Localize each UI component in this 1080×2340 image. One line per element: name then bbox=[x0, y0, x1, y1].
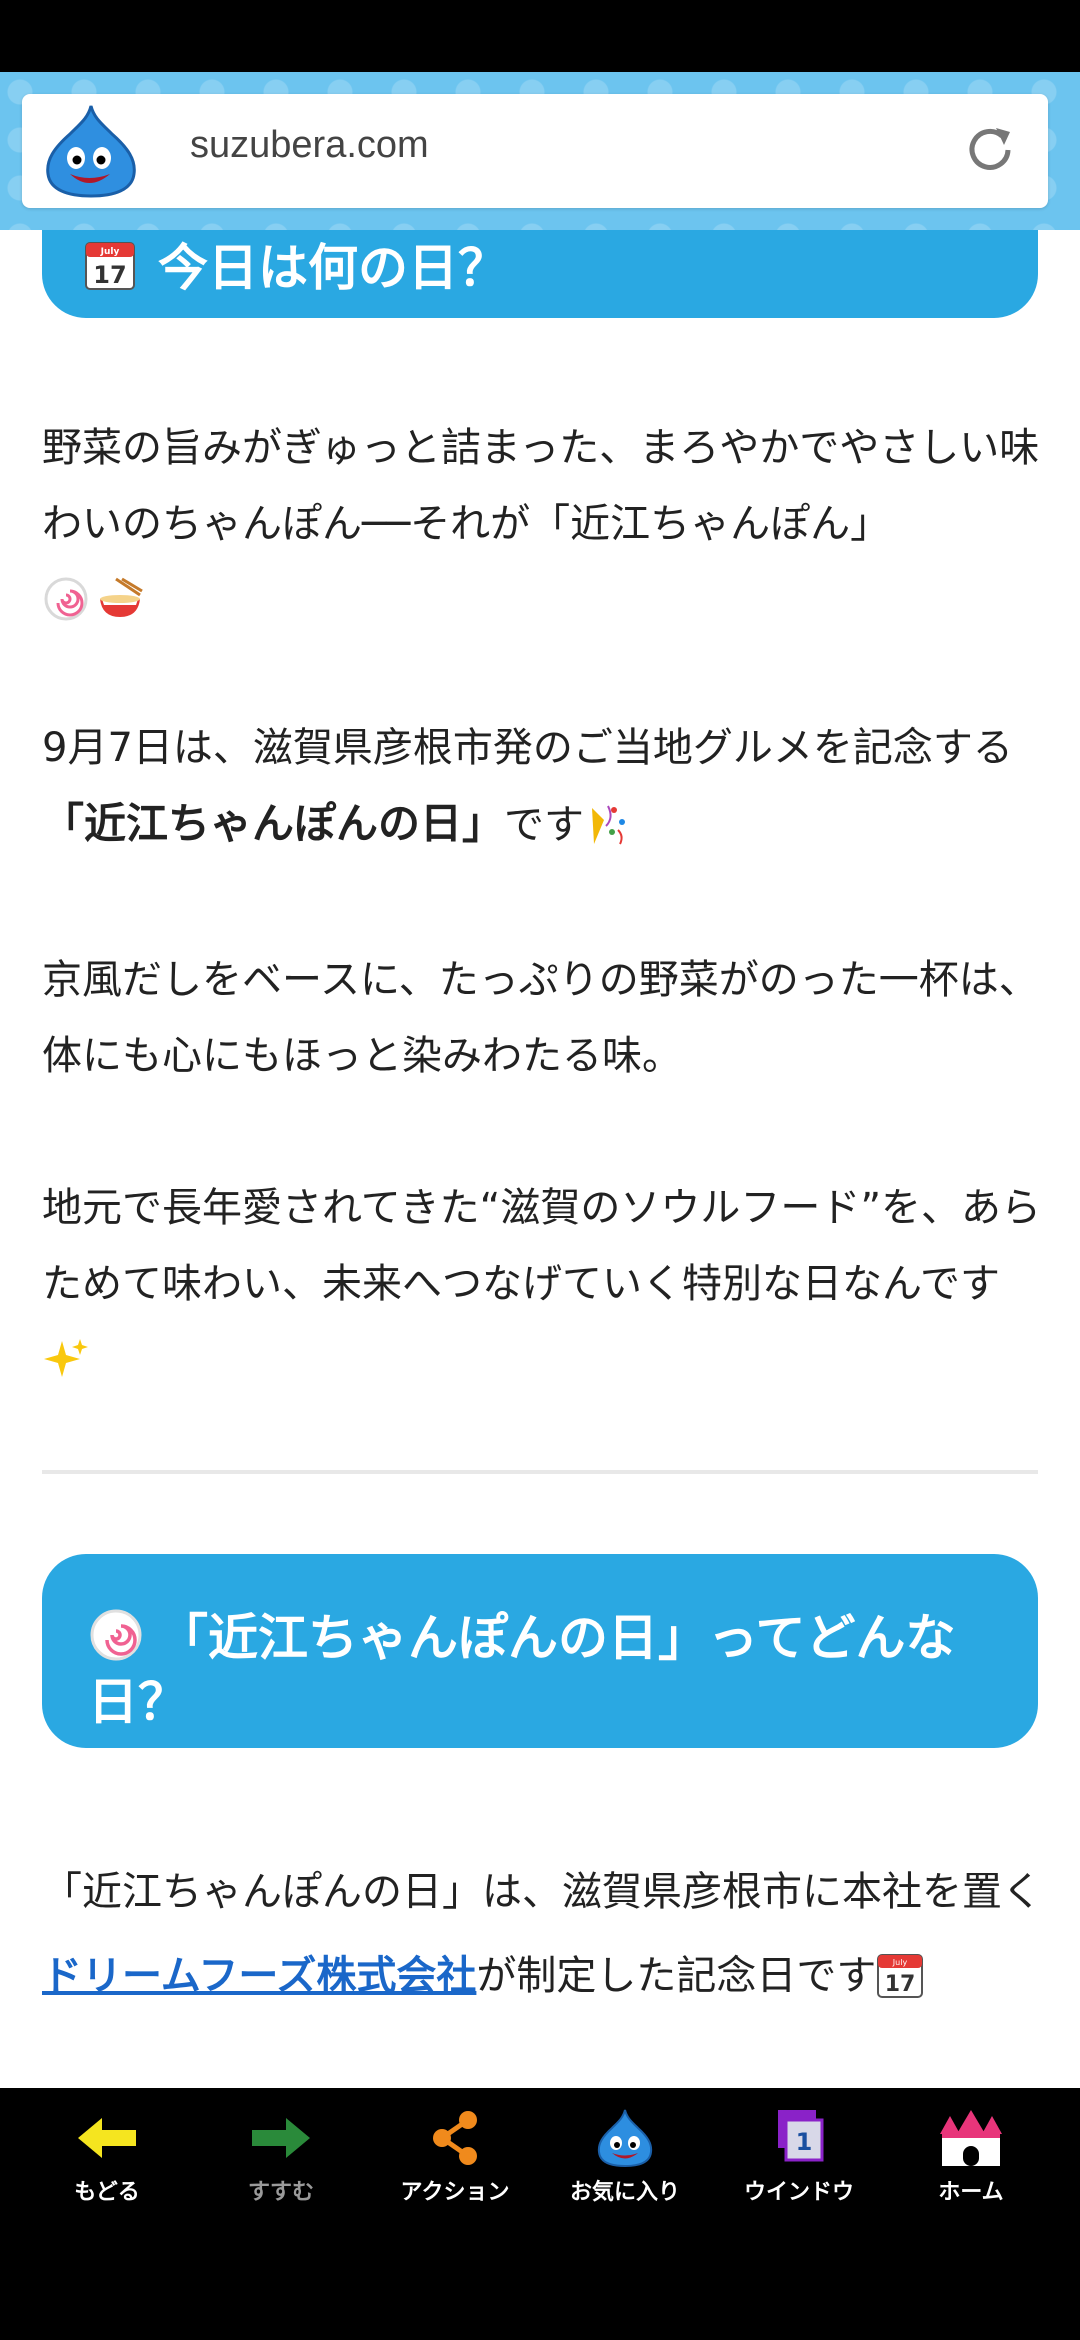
share-icon bbox=[433, 2111, 477, 2165]
paragraph-text: 京風だしをベースに、たっぷりの野菜がのった一杯は、体にも心にもほっと染みわたる味… bbox=[42, 957, 1039, 1079]
browser-toolbar: suzubera.com bbox=[0, 72, 1080, 230]
sparkles-emoji bbox=[44, 1339, 88, 1377]
nav-label: お気に入り bbox=[569, 2180, 680, 2205]
ramen-emoji bbox=[100, 577, 143, 617]
paragraph-intro: 野菜の旨みがぎゅっと詰まった、まろやかでやさしい味わいのちゃんぽん──それが「近… bbox=[42, 410, 1042, 638]
url-text[interactable]: suzubera.com bbox=[190, 124, 429, 167]
nav-back-button[interactable]: もどる bbox=[32, 2108, 182, 2208]
article-content: July 17 今日は何の日？ 野菜の旨みがぎゅっと詰まった、まろやかでやさしい… bbox=[0, 230, 1080, 2088]
nav-home-button[interactable]: ホーム bbox=[896, 2108, 1046, 2208]
svg-text:July: July bbox=[100, 247, 120, 257]
calendar-icon: July 17 bbox=[85, 242, 135, 290]
section-divider bbox=[42, 1470, 1038, 1474]
nav-label: すすむ bbox=[247, 2180, 314, 2205]
event-name-strong: 「近江ちゃんぽんの日」 bbox=[42, 799, 505, 848]
back-arrow-icon bbox=[78, 2118, 136, 2158]
confetti-emoji bbox=[592, 805, 626, 845]
nav-forward-button[interactable]: すすむ bbox=[206, 2108, 356, 2208]
paragraph-text: です bbox=[504, 802, 585, 848]
nav-favorites-button[interactable]: お気に入り bbox=[550, 2108, 700, 2208]
paragraph-date: 9月7日は、滋賀県彦根市発のご当地グルメを記念する「近江ちゃんぽんの日」です bbox=[42, 710, 1042, 863]
status-bar bbox=[0, 0, 1080, 72]
section-heading-what: 「近江ちゃんぽんの日」ってどんな日？ bbox=[42, 1554, 1038, 1748]
svg-text:17: 17 bbox=[93, 261, 126, 289]
slime-favorite-icon bbox=[597, 2109, 653, 2168]
nav-label: もどる bbox=[74, 2180, 140, 2205]
nav-label: ホーム bbox=[938, 2180, 1004, 2205]
slime-icon[interactable] bbox=[36, 102, 146, 200]
paragraph-text: 野菜の旨みがぎゅっと詰まった、まろやかでやさしい味わいのちゃんぽん──それが「近… bbox=[42, 425, 1040, 547]
nav-label: アクション bbox=[400, 2180, 510, 2205]
heading-text: 今日は何の日？ bbox=[158, 239, 508, 297]
reload-icon[interactable] bbox=[958, 118, 1022, 182]
paragraph-text: が制定した記念日です bbox=[476, 1953, 877, 1999]
section-heading-today: July 17 今日は何の日？ bbox=[42, 230, 1038, 318]
naruto-emoji bbox=[44, 577, 88, 621]
nav-label: ウインドウ bbox=[743, 2180, 854, 2205]
paragraph-text: 地元で長年愛されてきた“滋賀のソウルフード”を、あらためて味わい、未来へつなげて… bbox=[42, 1185, 1042, 1307]
window-count: 1 bbox=[796, 2128, 813, 2156]
castle-home-icon bbox=[940, 2110, 1002, 2166]
bottom-nav: もどる すすむ アクション お気に入り 1 ウインドウ ホーム bbox=[0, 2088, 1080, 2340]
paragraph-text: 9月7日は、滋賀県彦根市発のご当地グルメを記念する bbox=[42, 725, 1013, 771]
paragraph-text: 「近江ちゃんぽんの日」は、滋賀県彦根市に本社を置く bbox=[42, 1869, 1042, 1915]
naruto-icon bbox=[90, 1609, 142, 1661]
paragraph-soulfood: 地元で長年愛されてきた“滋賀のソウルフード”を、あらためて味わい、未来へつなげて… bbox=[42, 1170, 1042, 1398]
svg-text:July: July bbox=[892, 1958, 908, 1967]
nav-window-button[interactable]: 1 ウインドウ bbox=[724, 2108, 874, 2208]
svg-text:17: 17 bbox=[885, 1972, 916, 1997]
calendar-emoji: July 17 bbox=[877, 1954, 924, 1998]
url-bar[interactable]: suzubera.com bbox=[22, 94, 1048, 208]
nav-action-button[interactable]: アクション bbox=[380, 2108, 530, 2208]
paragraph-dashi: 京風だしをベースに、たっぷりの野菜がのった一杯は、体にも心にもほっと染みわたる味… bbox=[42, 942, 1042, 1094]
forward-arrow-icon bbox=[252, 2118, 310, 2158]
paragraph-origin: 「近江ちゃんぽんの日」は、滋賀県彦根市に本社を置くドリームフーズ株式会社が制定し… bbox=[42, 1850, 1042, 2018]
window-icon: 1 bbox=[778, 2110, 824, 2162]
company-link[interactable]: ドリームフーズ株式会社 bbox=[42, 1953, 476, 1999]
heading-text: 「近江ちゃんぽんの日」ってどんな日？ bbox=[88, 1609, 956, 1731]
